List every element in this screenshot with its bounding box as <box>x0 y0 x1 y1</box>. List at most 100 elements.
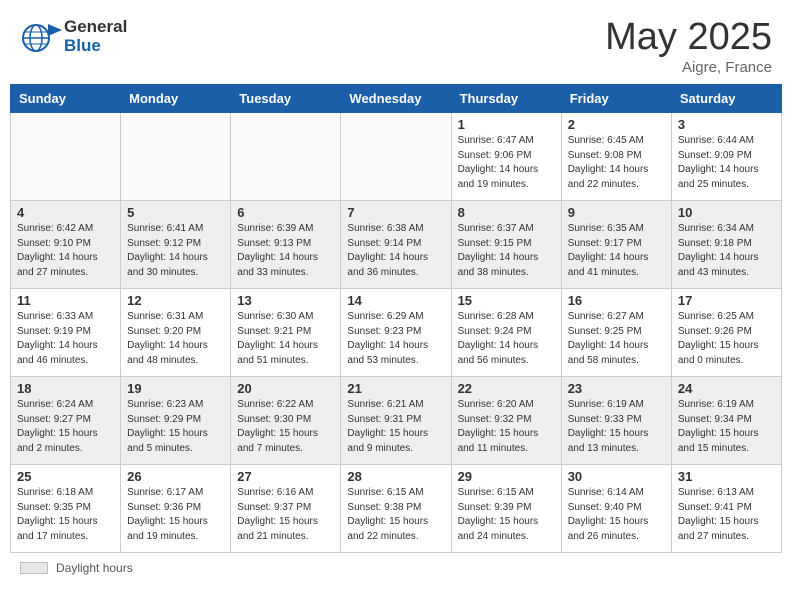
day-number: 11 <box>17 293 114 308</box>
logo: General Blue <box>20 16 127 58</box>
header-monday: Monday <box>121 85 231 113</box>
day-info: Sunrise: 6:28 AM Sunset: 9:24 PM Dayligh… <box>458 310 555 368</box>
table-row: 14Sunrise: 6:29 AM Sunset: 9:23 PM Dayli… <box>341 289 451 377</box>
day-number: 22 <box>458 381 555 396</box>
day-info: Sunrise: 6:39 AM Sunset: 9:13 PM Dayligh… <box>237 222 334 280</box>
table-row: 6 Sunrise: 6:39 AM Sunset: 9:13 PM Daylig… <box>231 201 341 289</box>
day-number: 5 <box>127 205 224 220</box>
table-row <box>121 113 231 201</box>
table-row: 1 Sunrise: 6:47 AM Sunset: 9:06 PM Daylig… <box>451 113 561 201</box>
header: General Blue May 2025 Aigre, France <box>0 0 792 84</box>
day-info: Sunrise: 6:22 AM Sunset: 9:30 PM Dayligh… <box>237 398 334 456</box>
table-row: 31Sunrise: 6:13 AM Sunset: 9:41 PM Dayli… <box>671 465 781 553</box>
table-row: 20Sunrise: 6:22 AM Sunset: 9:30 PM Dayli… <box>231 377 341 465</box>
calendar-week-row: 1 Sunrise: 6:47 AM Sunset: 9:06 PM Daylig… <box>11 113 782 201</box>
day-info: Sunrise: 6:34 AM Sunset: 9:18 PM Dayligh… <box>678 222 775 280</box>
table-row: 3 Sunrise: 6:44 AM Sunset: 9:09 PM Daylig… <box>671 113 781 201</box>
calendar-week-row: 11 Sunrise: 6:33 AM Sunset: 9:19 PM Dayli… <box>11 289 782 377</box>
table-row: 9 Sunrise: 6:35 AM Sunset: 9:17 PM Daylig… <box>561 201 671 289</box>
table-row: 18Sunrise: 6:24 AM Sunset: 9:27 PM Dayli… <box>11 377 121 465</box>
day-number: 31 <box>678 469 775 484</box>
day-number: 16 <box>568 293 665 308</box>
table-row: 4Sunrise: 6:42 AM Sunset: 9:10 PM Daylig… <box>11 201 121 289</box>
day-info: Sunrise: 6:27 AM Sunset: 9:25 PM Dayligh… <box>568 310 665 368</box>
table-row: 5 Sunrise: 6:41 AM Sunset: 9:12 PM Daylig… <box>121 201 231 289</box>
table-row: 7 Sunrise: 6:38 AM Sunset: 9:14 PM Daylig… <box>341 201 451 289</box>
daylight-bar <box>20 562 48 574</box>
day-number: 15 <box>458 293 555 308</box>
table-row: 27 Sunrise: 6:16 AM Sunset: 9:37 PM Dayli… <box>231 465 341 553</box>
table-row: 21 Sunrise: 6:21 AM Sunset: 9:31 PM Dayli… <box>341 377 451 465</box>
day-number: 13 <box>237 293 334 308</box>
day-number: 3 <box>678 117 775 132</box>
header-saturday: Saturday <box>671 85 781 113</box>
header-tuesday: Tuesday <box>231 85 341 113</box>
table-row <box>341 113 451 201</box>
table-row: 25 Sunrise: 6:18 AM Sunset: 9:35 PM Dayli… <box>11 465 121 553</box>
logo-general: General <box>64 18 127 37</box>
day-number: 21 <box>347 381 444 396</box>
day-info: Sunrise: 6:24 AM Sunset: 9:27 PM Dayligh… <box>17 398 114 456</box>
day-info: Sunrise: 6:42 AM Sunset: 9:10 PM Dayligh… <box>17 222 114 280</box>
day-info: Sunrise: 6:16 AM Sunset: 9:37 PM Dayligh… <box>237 486 334 544</box>
day-number: 27 <box>237 469 334 484</box>
day-number: 9 <box>568 205 665 220</box>
logo-blue: Blue <box>64 37 127 56</box>
table-row <box>11 113 121 201</box>
table-row: 23Sunrise: 6:19 AM Sunset: 9:33 PM Dayli… <box>561 377 671 465</box>
calendar-header-row: Sunday Monday Tuesday Wednesday Thursday… <box>11 85 782 113</box>
day-number: 30 <box>568 469 665 484</box>
table-row: 17Sunrise: 6:25 AM Sunset: 9:26 PM Dayli… <box>671 289 781 377</box>
calendar-week-row: 18Sunrise: 6:24 AM Sunset: 9:27 PM Dayli… <box>11 377 782 465</box>
table-row: 24Sunrise: 6:19 AM Sunset: 9:34 PM Dayli… <box>671 377 781 465</box>
table-row: 8Sunrise: 6:37 AM Sunset: 9:15 PM Daylig… <box>451 201 561 289</box>
day-number: 29 <box>458 469 555 484</box>
table-row: 22 Sunrise: 6:20 AM Sunset: 9:32 PM Dayli… <box>451 377 561 465</box>
day-number: 19 <box>127 381 224 396</box>
day-number: 1 <box>458 117 555 132</box>
title-block: May 2025 Aigre, France <box>605 16 772 76</box>
day-info: Sunrise: 6:25 AM Sunset: 9:26 PM Dayligh… <box>678 310 775 368</box>
header-friday: Friday <box>561 85 671 113</box>
header-wednesday: Wednesday <box>341 85 451 113</box>
day-info: Sunrise: 6:38 AM Sunset: 9:14 PM Dayligh… <box>347 222 444 280</box>
calendar-week-row: 4Sunrise: 6:42 AM Sunset: 9:10 PM Daylig… <box>11 201 782 289</box>
daylight-label: Daylight hours <box>56 561 133 575</box>
day-info: Sunrise: 6:21 AM Sunset: 9:31 PM Dayligh… <box>347 398 444 456</box>
table-row: 15 Sunrise: 6:28 AM Sunset: 9:24 PM Dayli… <box>451 289 561 377</box>
table-row: 12Sunrise: 6:31 AM Sunset: 9:20 PM Dayli… <box>121 289 231 377</box>
calendar-week-row: 25 Sunrise: 6:18 AM Sunset: 9:35 PM Dayli… <box>11 465 782 553</box>
day-info: Sunrise: 6:29 AM Sunset: 9:23 PM Dayligh… <box>347 310 444 368</box>
day-info: Sunrise: 6:47 AM Sunset: 9:06 PM Dayligh… <box>458 134 555 192</box>
day-info: Sunrise: 6:44 AM Sunset: 9:09 PM Dayligh… <box>678 134 775 192</box>
month-year: May 2025 <box>605 16 772 59</box>
page-container: General Blue May 2025 Aigre, France Sund… <box>0 0 792 612</box>
day-info: Sunrise: 6:41 AM Sunset: 9:12 PM Dayligh… <box>127 222 224 280</box>
day-info: Sunrise: 6:23 AM Sunset: 9:29 PM Dayligh… <box>127 398 224 456</box>
day-number: 6 <box>237 205 334 220</box>
table-row: 26 Sunrise: 6:17 AM Sunset: 9:36 PM Dayli… <box>121 465 231 553</box>
location: Aigre, France <box>605 59 772 76</box>
table-row: 16 Sunrise: 6:27 AM Sunset: 9:25 PM Dayli… <box>561 289 671 377</box>
day-info: Sunrise: 6:37 AM Sunset: 9:15 PM Dayligh… <box>458 222 555 280</box>
header-sunday: Sunday <box>11 85 121 113</box>
table-row: 10Sunrise: 6:34 AM Sunset: 9:18 PM Dayli… <box>671 201 781 289</box>
day-info: Sunrise: 6:35 AM Sunset: 9:17 PM Dayligh… <box>568 222 665 280</box>
header-thursday: Thursday <box>451 85 561 113</box>
day-info: Sunrise: 6:18 AM Sunset: 9:35 PM Dayligh… <box>17 486 114 544</box>
day-info: Sunrise: 6:33 AM Sunset: 9:19 PM Dayligh… <box>17 310 114 368</box>
day-number: 7 <box>347 205 444 220</box>
day-number: 23 <box>568 381 665 396</box>
day-number: 28 <box>347 469 444 484</box>
logo-text-block: General Blue <box>64 18 127 55</box>
day-info: Sunrise: 6:17 AM Sunset: 9:36 PM Dayligh… <box>127 486 224 544</box>
day-info: Sunrise: 6:15 AM Sunset: 9:38 PM Dayligh… <box>347 486 444 544</box>
day-info: Sunrise: 6:45 AM Sunset: 9:08 PM Dayligh… <box>568 134 665 192</box>
day-info: Sunrise: 6:20 AM Sunset: 9:32 PM Dayligh… <box>458 398 555 456</box>
day-number: 25 <box>17 469 114 484</box>
day-info: Sunrise: 6:31 AM Sunset: 9:20 PM Dayligh… <box>127 310 224 368</box>
day-number: 26 <box>127 469 224 484</box>
footer: Daylight hours <box>0 553 792 583</box>
table-row: 28 Sunrise: 6:15 AM Sunset: 9:38 PM Dayli… <box>341 465 451 553</box>
table-row: 29Sunrise: 6:15 AM Sunset: 9:39 PM Dayli… <box>451 465 561 553</box>
